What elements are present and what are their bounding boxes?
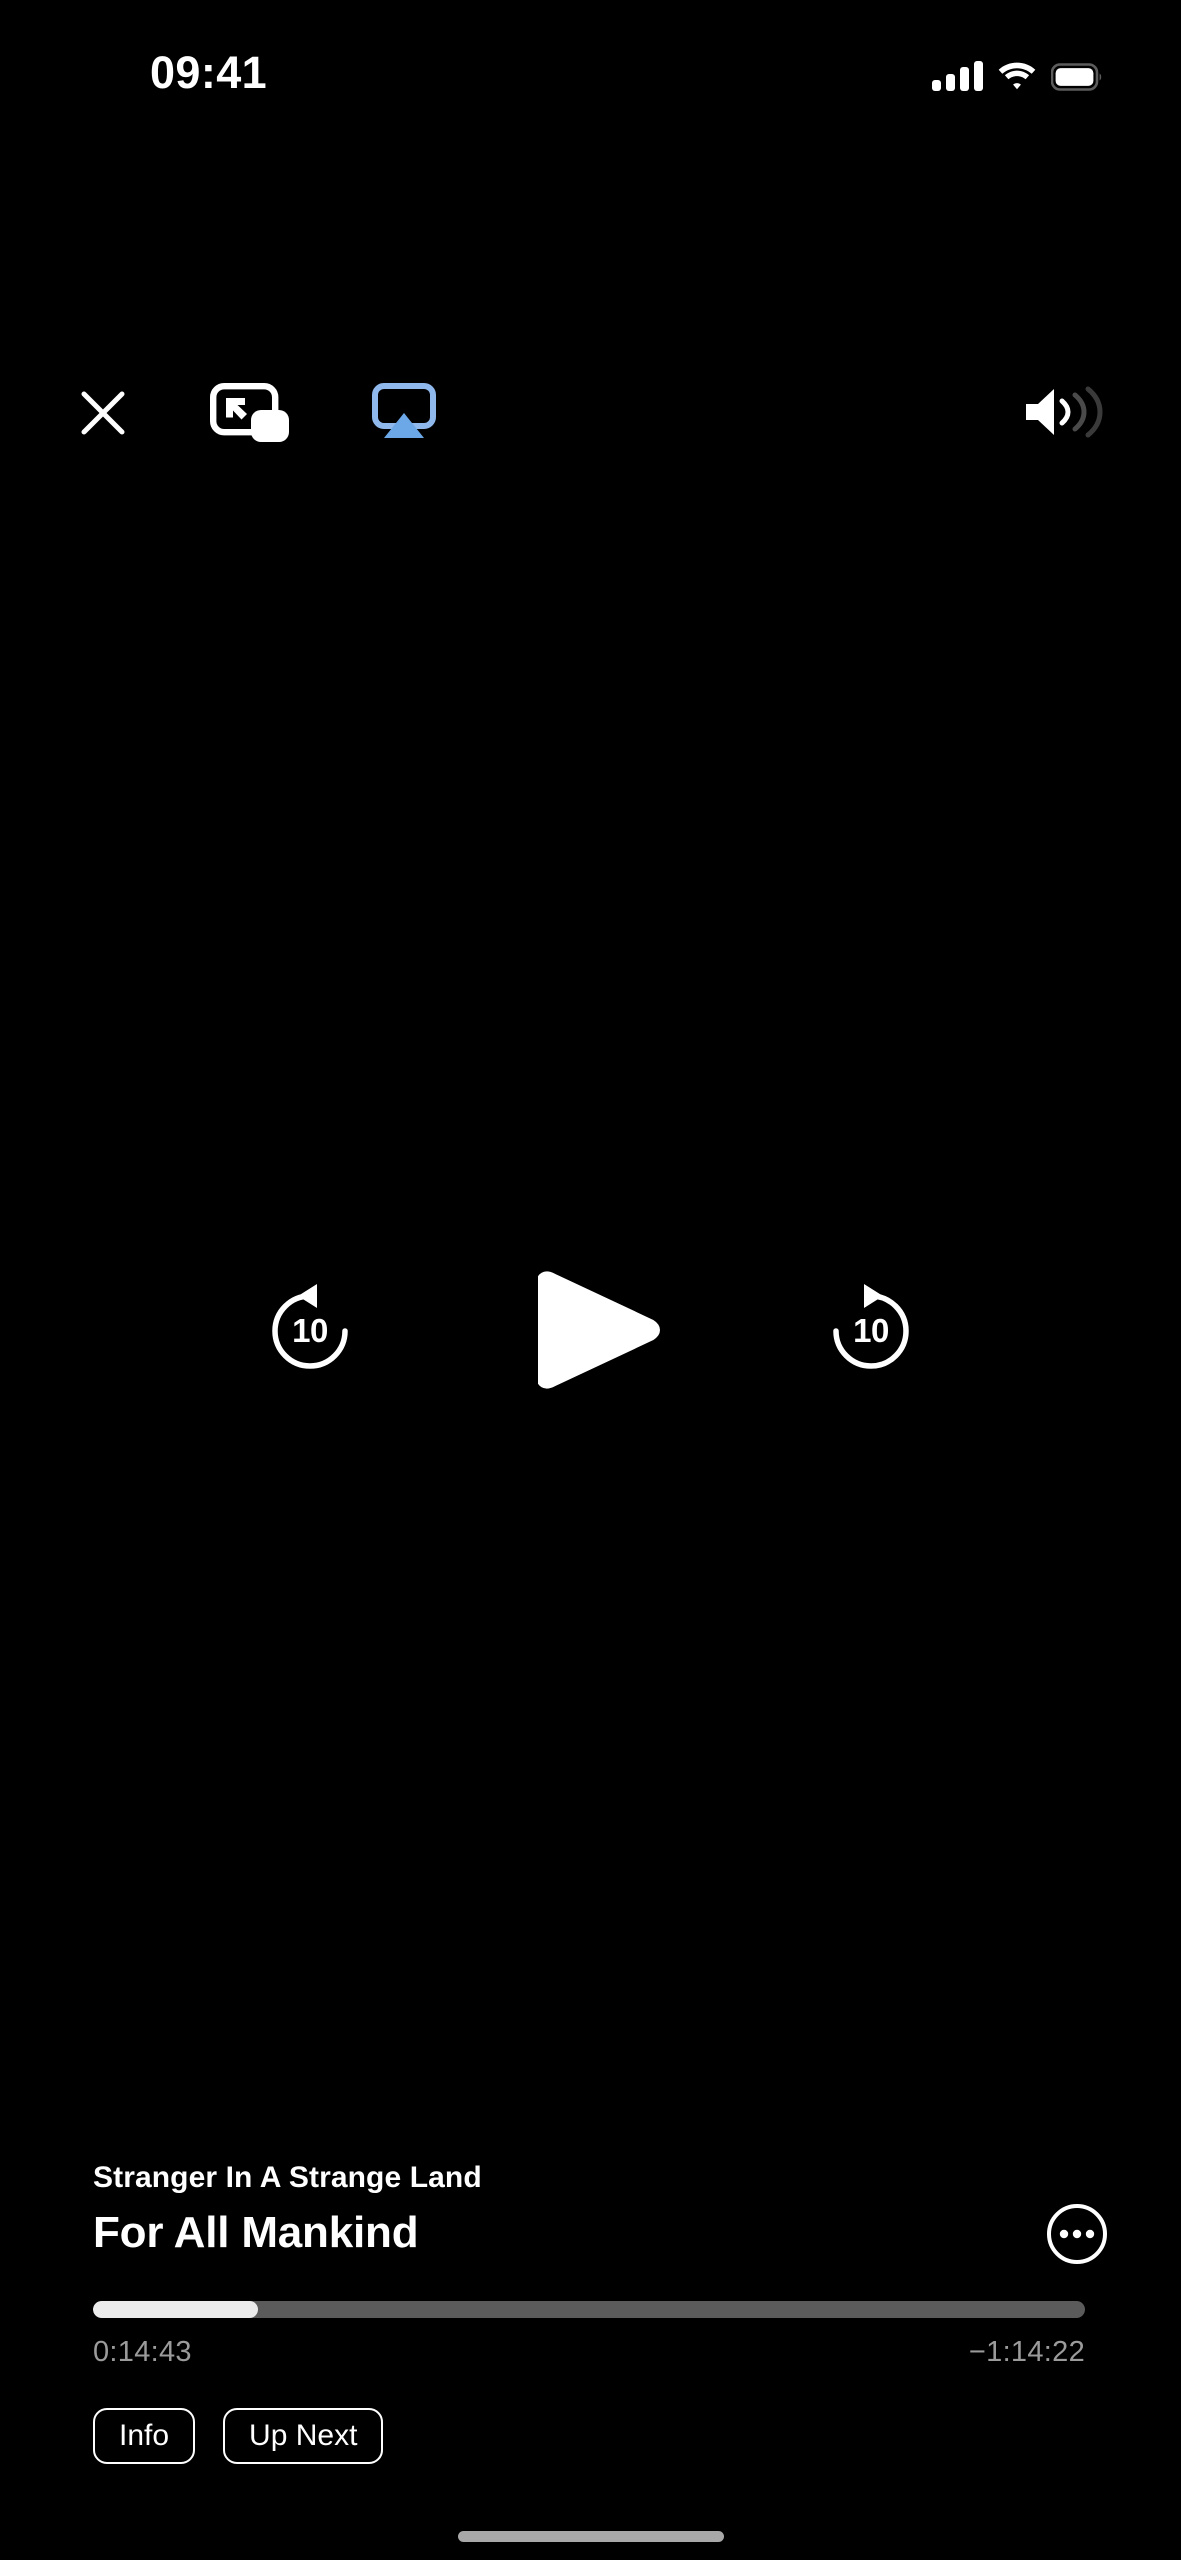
skip-back-10-button[interactable]: 10	[267, 1283, 353, 1371]
now-playing-metadata: Stranger In A Strange Land For All Manki…	[93, 2160, 953, 2260]
cellular-signal-icon	[932, 61, 983, 91]
volume-icon	[1026, 386, 1103, 438]
picture-in-picture-button[interactable]	[208, 382, 294, 446]
skip-forward-seconds-label: 10	[853, 1311, 889, 1349]
volume-button[interactable]	[1020, 382, 1108, 442]
status-bar: 09:41	[0, 0, 1181, 120]
wifi-icon	[997, 61, 1037, 91]
play-icon	[536, 1271, 660, 1389]
picture-in-picture-icon	[210, 383, 289, 442]
remaining-time: −1:14:22	[968, 2336, 1085, 2368]
playback-transport-controls: 10 10	[0, 1265, 1181, 1395]
status-bar-clock: 09:41	[150, 47, 268, 98]
skip-back-seconds-label: 10	[292, 1311, 328, 1349]
progress-scrubber[interactable]	[93, 2301, 1085, 2318]
player-top-control-bar	[0, 180, 1181, 442]
show-title: For All Mankind	[93, 2208, 419, 2258]
more-options-button[interactable]	[1046, 2203, 1108, 2265]
skip-forward-10-button[interactable]: 10	[828, 1283, 914, 1371]
home-indicator[interactable]	[457, 2531, 724, 2542]
elapsed-time: 0:14:43	[93, 2336, 192, 2368]
airplay-icon	[372, 383, 436, 438]
episode-title: Stranger In A Strange Land	[93, 2161, 482, 2194]
close-icon	[81, 391, 125, 435]
progress-scrubber-fill	[93, 2301, 258, 2318]
battery-icon	[1051, 63, 1103, 91]
status-bar-indicators	[932, 57, 1103, 91]
player-bottom-panel: Stranger In A Strange Land For All Manki…	[0, 2140, 1181, 2560]
more-ellipsis-icon	[1047, 2204, 1107, 2264]
close-button[interactable]	[75, 385, 131, 441]
up-next-button[interactable]: Up Next	[223, 2408, 384, 2464]
airplay-button[interactable]	[371, 382, 437, 444]
player-action-pills: Info Up Next	[93, 2408, 384, 2464]
progress-time-row: 0:14:43 −1:14:22	[93, 2336, 1085, 2369]
info-button[interactable]: Info	[93, 2408, 196, 2464]
play-button[interactable]	[536, 1265, 662, 1395]
